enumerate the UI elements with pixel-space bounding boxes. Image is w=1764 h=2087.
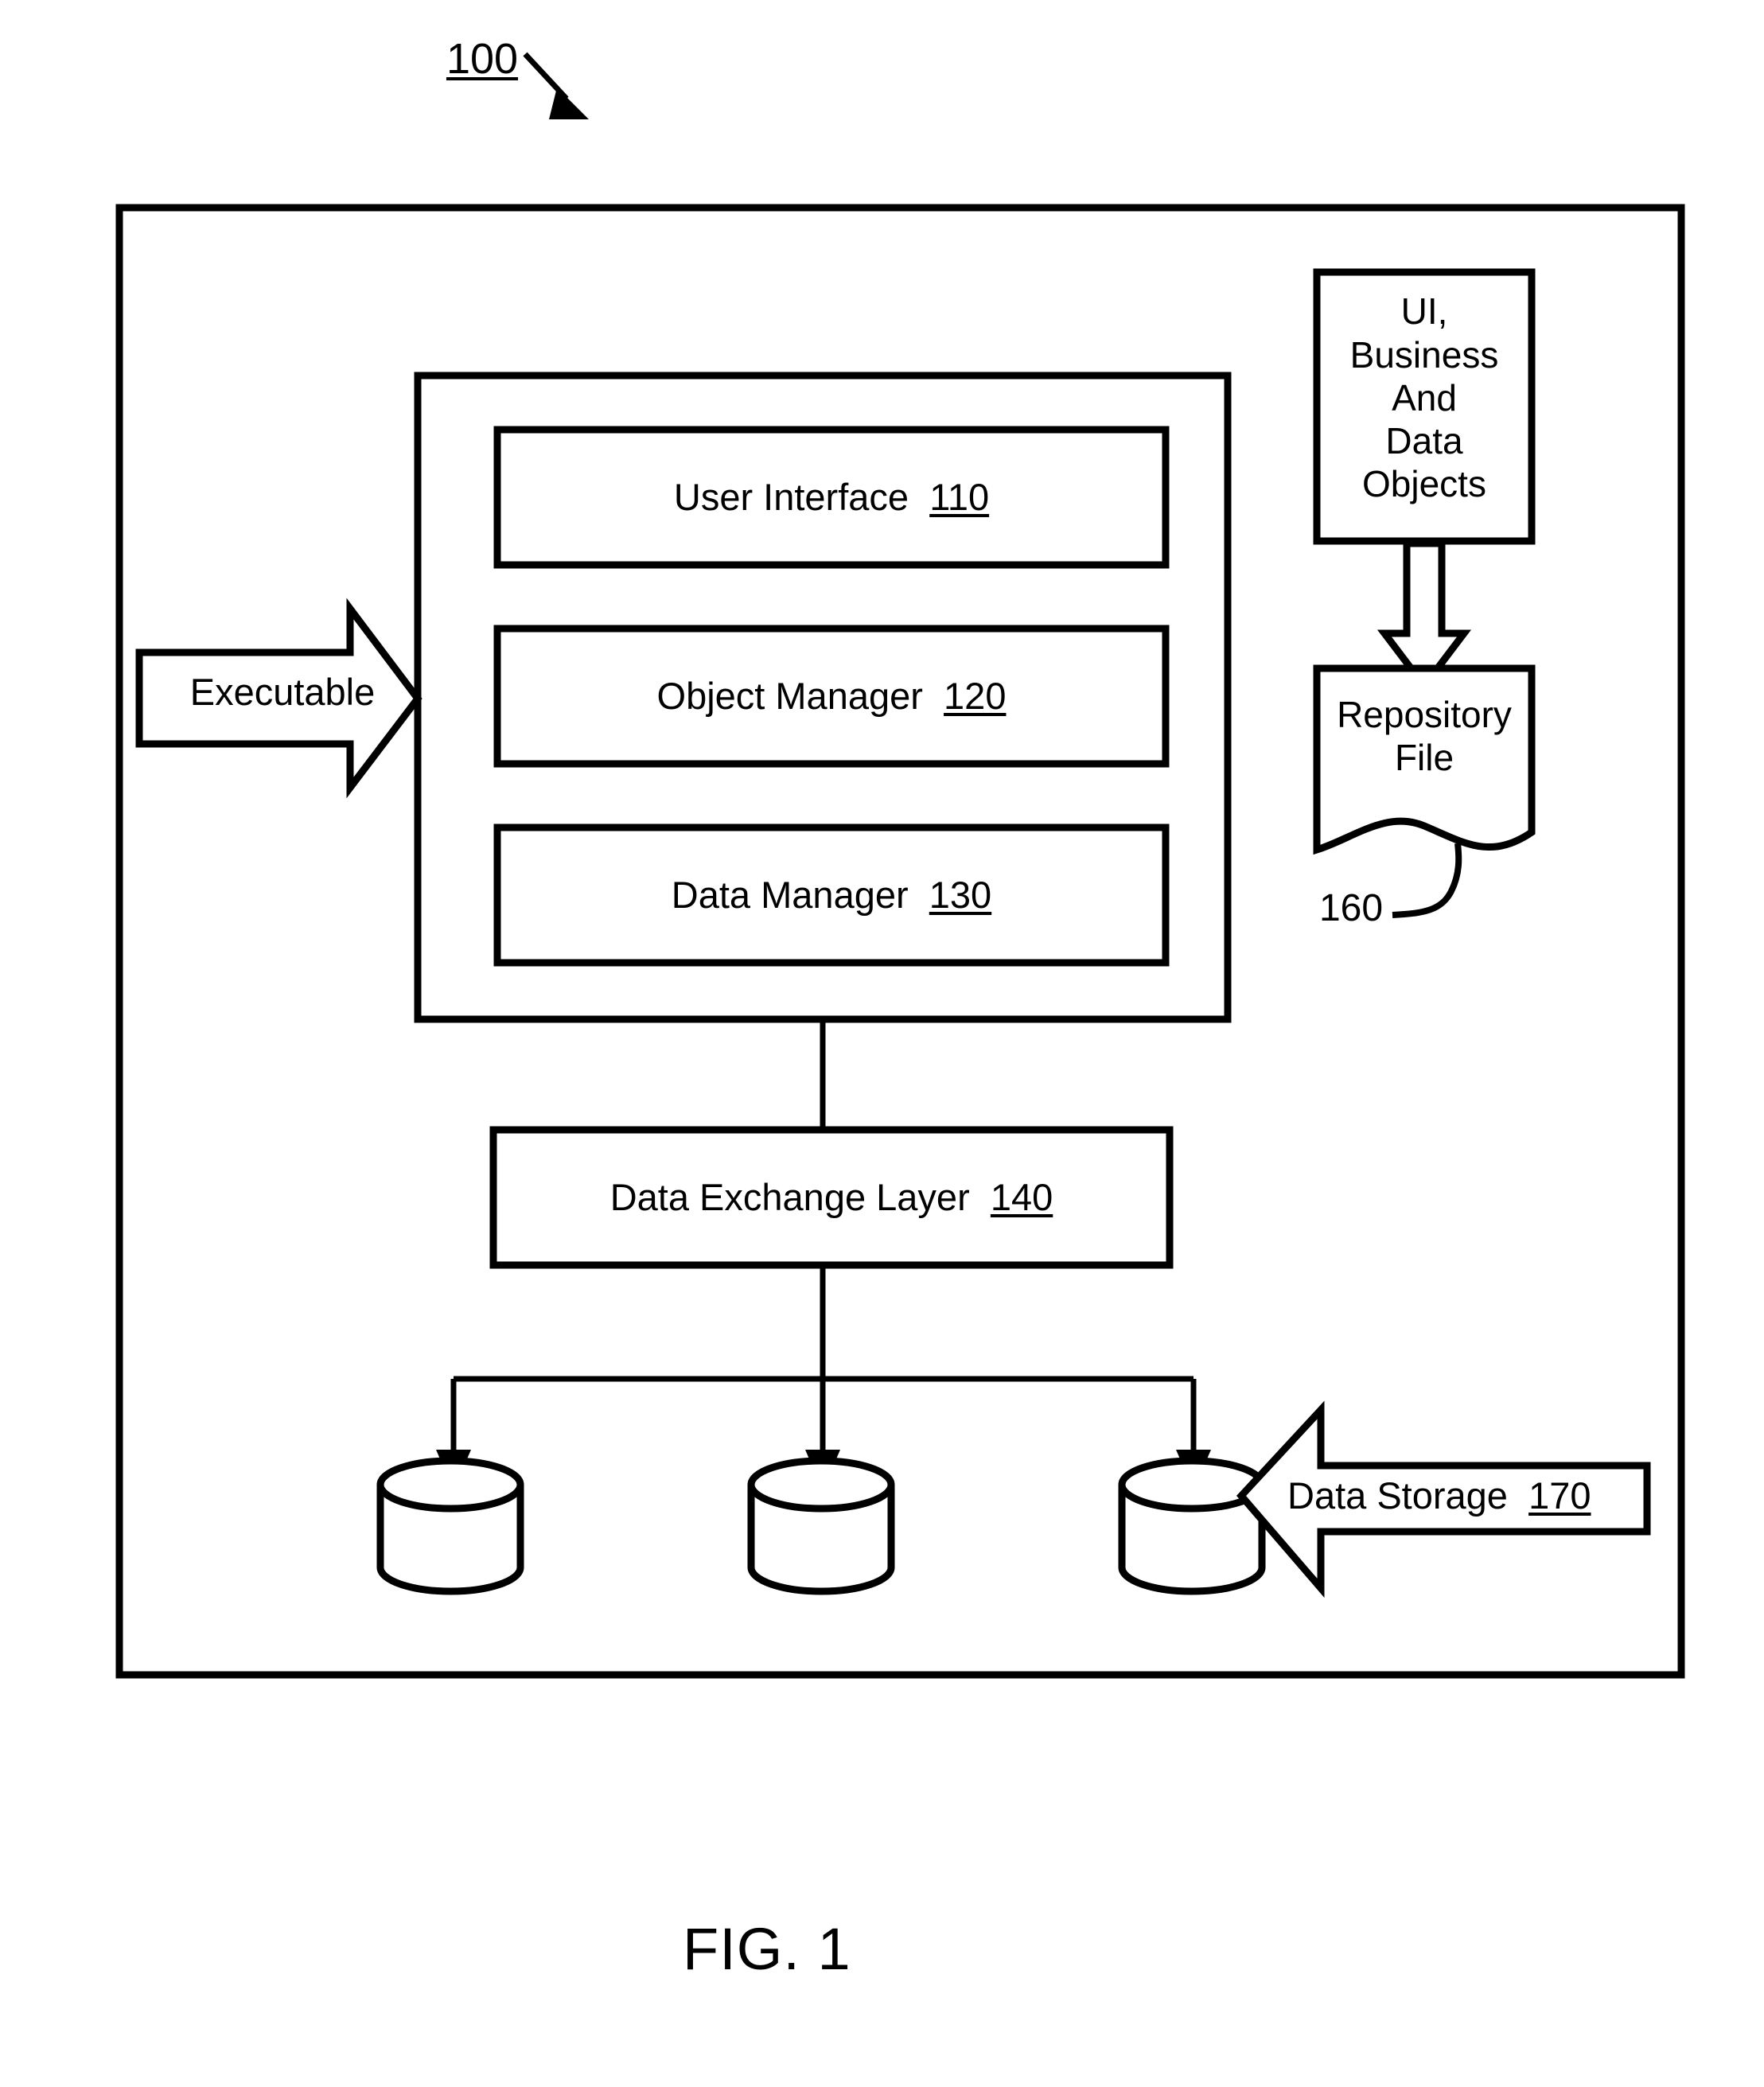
data-manager-ref: 130	[929, 874, 992, 917]
object-manager-ref: 120	[944, 675, 1007, 718]
patent-figure: 100 User Interface 110 Object Manager 12…	[0, 0, 1764, 2087]
connector-bus-to-store-3	[1176, 1379, 1211, 1490]
data-store-cylinder-3	[1118, 1457, 1266, 1595]
objects-to-repository-block-arrow	[1377, 539, 1472, 692]
system-ref-number: 100	[446, 35, 519, 84]
system-ref-leader-arrow	[523, 52, 589, 119]
repository-file-ref: 160	[1318, 886, 1384, 929]
data-store-cylinder-2	[747, 1457, 895, 1595]
data-exchange-layer-text: Data Exchange Layer	[609, 1176, 970, 1219]
data-exchange-layer-label: Data Exchange Layer 140	[493, 1130, 1170, 1265]
repository-file-ref-label: 160	[1303, 886, 1399, 931]
data-exchange-layer-ref: 140	[990, 1176, 1053, 1219]
data-storage-text: Data Storage	[1287, 1474, 1508, 1517]
objects-source-text: UI, Business And Data Objects	[1349, 290, 1499, 505]
data-manager-label: Data Manager 130	[497, 827, 1166, 963]
data-storage-callout-label: Data Storage 170	[1287, 1464, 1661, 1528]
executable-text: Executable	[189, 671, 376, 714]
user-interface-text: User Interface	[673, 476, 909, 519]
executable-label: Executable	[151, 660, 414, 724]
object-manager-label: Object Manager 120	[497, 629, 1166, 764]
user-interface-label: User Interface 110	[497, 430, 1166, 565]
system-ref-label: 100	[434, 35, 530, 84]
user-interface-ref: 110	[929, 476, 990, 519]
objects-source-label: UI, Business And Data Objects	[1317, 278, 1532, 517]
repository-file-label: Repository File	[1317, 684, 1532, 788]
data-manager-text: Data Manager	[671, 874, 909, 917]
object-manager-text: Object Manager	[656, 675, 923, 718]
data-store-cylinder-1	[376, 1457, 524, 1595]
connector-bus-to-store-1	[436, 1379, 471, 1490]
figure-caption: FIG. 1	[683, 1910, 1081, 1989]
connector-bus-to-store-2	[805, 1379, 840, 1490]
repository-ref-leader	[1392, 843, 1462, 918]
data-storage-ref: 170	[1528, 1474, 1591, 1517]
repository-file-text: Repository File	[1337, 693, 1512, 778]
figure-caption-text: FIG. 1	[683, 1916, 851, 1983]
